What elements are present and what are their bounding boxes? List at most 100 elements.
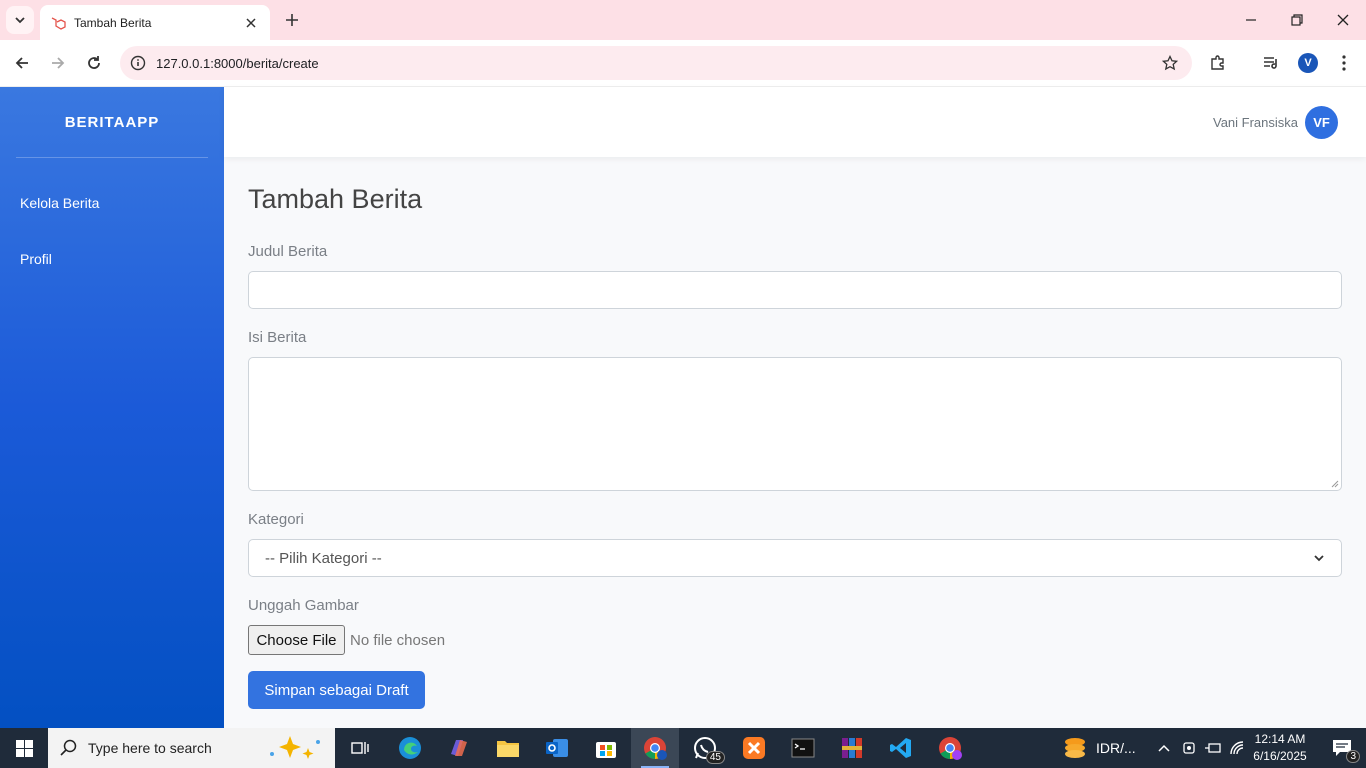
xampp-icon	[743, 737, 765, 759]
playlist-icon	[1264, 57, 1277, 69]
chrome-icon	[939, 737, 962, 760]
file-status: No file chosen	[350, 632, 446, 649]
laravel-icon	[51, 16, 66, 30]
chevron-up-icon[interactable]	[1157, 742, 1171, 754]
taskbar-file-explorer[interactable]	[484, 728, 532, 768]
notification-center-button[interactable]: 3	[1318, 728, 1366, 768]
judul-input[interactable]	[248, 271, 1342, 309]
page-title: Tambah Berita	[248, 184, 423, 214]
chrome-icon	[644, 737, 667, 760]
plus-icon	[286, 14, 298, 26]
close-tab-icon[interactable]	[242, 14, 260, 32]
taskbar-whatsapp[interactable]: 45	[681, 728, 729, 768]
taskbar-outlook[interactable]	[533, 728, 581, 768]
isi-textarea[interactable]	[248, 357, 1342, 491]
choose-file-button[interactable]: Choose File	[248, 625, 345, 655]
battery-plug-icon[interactable]	[1204, 741, 1222, 755]
forward-button[interactable]	[43, 48, 73, 78]
taskbar-chrome-profile-f[interactable]	[926, 728, 974, 768]
taskbar-copilot[interactable]	[435, 728, 483, 768]
sidebar: BERITAAPP Kelola Berita Profil	[0, 87, 224, 728]
extensions-button[interactable]	[1203, 48, 1233, 78]
puzzle-icon	[1211, 55, 1224, 70]
url-text: 127.0.0.1:8000/berita/create	[156, 55, 319, 71]
outlook-icon	[546, 739, 568, 757]
notification-badge: 3	[1346, 750, 1360, 763]
start-button[interactable]	[0, 728, 48, 768]
taskbar-vscode[interactable]	[877, 728, 925, 768]
taskbar-winrar[interactable]	[828, 728, 876, 768]
sidebar-divider	[16, 157, 208, 158]
search-icon	[60, 739, 77, 756]
vscode-icon	[890, 738, 911, 758]
clock-time: 12:14 AM	[1254, 732, 1306, 746]
edge-icon	[399, 737, 421, 759]
taskbar-search[interactable]: Type here to search	[48, 728, 335, 768]
sidebar-item-profil[interactable]: Profil	[20, 251, 52, 267]
restore-button[interactable]	[1274, 0, 1320, 40]
whatsapp-badge: 45	[705, 751, 725, 764]
top-header: Vani Fransiska VF	[224, 87, 1366, 157]
taskbar-terminal[interactable]	[779, 728, 827, 768]
save-draft-button[interactable]: Simpan sebagai Draft	[248, 671, 425, 709]
sparkle-icon	[270, 736, 320, 759]
task-view-button[interactable]	[336, 728, 384, 768]
stock-widget-icon[interactable]	[1063, 737, 1087, 759]
kategori-selected-value: -- Pilih Kategori --	[265, 549, 382, 567]
taskbar: Type here to search 45 IDR/... 12:14 AM …	[0, 728, 1366, 768]
minimize-icon	[1246, 19, 1256, 21]
profile-avatar: V	[1298, 53, 1318, 73]
minimize-button[interactable]	[1228, 0, 1274, 40]
media-control-button[interactable]	[1256, 48, 1286, 78]
user-name[interactable]: Vani Fransiska	[1213, 115, 1298, 130]
browser-menu-button[interactable]	[1329, 48, 1359, 78]
site-info-icon[interactable]	[130, 55, 146, 71]
taskbar-edge[interactable]	[386, 728, 434, 768]
chevron-down-icon	[1314, 555, 1324, 562]
brand-logo[interactable]: BERITAAPP	[0, 114, 224, 131]
restore-icon	[1291, 14, 1303, 26]
folder-icon	[497, 741, 519, 757]
wifi-icon[interactable]	[1229, 740, 1245, 756]
more-vert-icon	[1342, 55, 1346, 71]
tab-title: Tambah Berita	[74, 15, 152, 30]
kategori-label: Kategori	[248, 511, 304, 528]
close-window-button[interactable]	[1320, 0, 1366, 40]
system-clock[interactable]: 12:14 AM 6/16/2025	[1246, 731, 1314, 765]
search-placeholder: Type here to search	[88, 740, 212, 756]
windows-icon	[15, 739, 33, 757]
arrow-right-icon	[52, 57, 65, 69]
taskbar-xampp[interactable]	[730, 728, 778, 768]
taskbar-chrome-profile-v[interactable]	[631, 728, 679, 768]
new-tab-button[interactable]	[280, 8, 304, 32]
currency-widget[interactable]: IDR/...	[1096, 740, 1136, 756]
tab-search-button[interactable]	[6, 6, 34, 34]
resize-handle-icon[interactable]	[1330, 479, 1339, 488]
chevron-down-icon	[15, 17, 25, 24]
back-button[interactable]	[7, 48, 37, 78]
copilot-icon	[451, 740, 467, 756]
task-view-icon	[351, 742, 369, 754]
judul-label: Judul Berita	[248, 243, 328, 260]
winrar-icon	[842, 738, 862, 758]
close-icon	[1337, 14, 1349, 26]
isi-label: Isi Berita	[248, 329, 307, 346]
browser-toolbar: 127.0.0.1:8000/berita/create V	[0, 40, 1366, 87]
kategori-select[interactable]: -- Pilih Kategori --	[248, 539, 1342, 577]
clock-date: 6/16/2025	[1253, 749, 1307, 763]
bookmark-star-icon[interactable]	[1162, 55, 1178, 71]
terminal-icon	[791, 738, 815, 758]
browser-tab[interactable]: Tambah Berita	[40, 5, 270, 40]
sidebar-item-kelola-berita[interactable]: Kelola Berita	[20, 195, 99, 211]
browser-titlebar: Tambah Berita	[0, 0, 1366, 40]
reload-button[interactable]	[79, 48, 109, 78]
meet-now-icon[interactable]	[1182, 741, 1196, 755]
arrow-left-icon	[15, 57, 28, 69]
gambar-label: Unggah Gambar	[248, 597, 359, 614]
taskbar-store[interactable]	[582, 728, 630, 768]
address-bar[interactable]: 127.0.0.1:8000/berita/create	[120, 46, 1192, 80]
reload-icon	[88, 56, 100, 69]
store-icon	[596, 742, 616, 758]
profile-button[interactable]: V	[1293, 48, 1323, 78]
avatar[interactable]: VF	[1305, 106, 1338, 139]
